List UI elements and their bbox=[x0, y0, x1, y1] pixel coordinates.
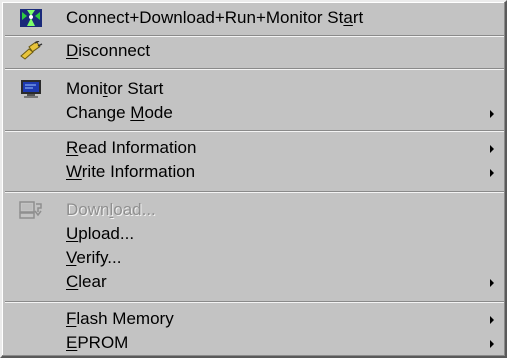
menu-item-label: Write Information bbox=[66, 162, 196, 181]
submenu-arrow-icon bbox=[490, 340, 494, 348]
submenu-arrow-icon bbox=[490, 169, 494, 177]
menu-item-label: Change Mode bbox=[66, 103, 173, 122]
menu-separator bbox=[5, 68, 504, 70]
menu-item-connect-download-run-monitor-start[interactable]: Connect+Download+Run+Monitor Start bbox=[5, 6, 504, 30]
menu-item-disconnect[interactable]: Disconnect bbox=[5, 39, 504, 63]
menu-item-label: EPROM bbox=[66, 333, 129, 352]
connect-run-icon bbox=[19, 8, 43, 28]
menu-item-label: Upload... bbox=[66, 224, 135, 243]
menu-item-label: Monitor Start bbox=[66, 79, 164, 98]
menu-item-label: Clear bbox=[66, 272, 107, 291]
monitor-icon bbox=[19, 79, 43, 99]
submenu-arrow-icon bbox=[490, 279, 494, 287]
menu-separator bbox=[5, 130, 504, 132]
menu-item-clear[interactable]: Clear bbox=[5, 270, 504, 294]
menu-item-write-information[interactable]: Write Information bbox=[5, 160, 504, 184]
submenu-arrow-icon bbox=[490, 110, 494, 118]
menu-item-monitor-start[interactable]: Monitor Start bbox=[5, 77, 504, 101]
menu-item-label: Flash Memory bbox=[66, 309, 174, 328]
menu-item-label: Verify... bbox=[66, 248, 122, 267]
menu-item-label: Connect+Download+Run+Monitor Start bbox=[66, 8, 364, 27]
menu-separator bbox=[5, 35, 504, 37]
menu-item-verify[interactable]: Verify... bbox=[5, 246, 504, 270]
download-icon bbox=[19, 200, 43, 220]
submenu-arrow-icon bbox=[490, 145, 494, 153]
menu-separator bbox=[5, 191, 504, 193]
menu-item-flash-memory[interactable]: Flash Memory bbox=[5, 307, 504, 331]
menu-item-download: Download... bbox=[5, 198, 504, 222]
context-menu: Connect+Download+Run+Monitor Start Disco… bbox=[0, 0, 507, 358]
menu-item-change-mode[interactable]: Change Mode bbox=[5, 101, 504, 125]
menu-item-eprom[interactable]: EPROM bbox=[5, 331, 504, 355]
menu-item-label: Disconnect bbox=[66, 41, 151, 60]
menu-item-read-information[interactable]: Read Information bbox=[5, 136, 504, 160]
menu-item-label: Download... bbox=[66, 200, 156, 219]
menu-item-label: Read Information bbox=[66, 138, 197, 157]
menu-item-upload[interactable]: Upload... bbox=[5, 222, 504, 246]
disconnect-plug-icon bbox=[19, 40, 43, 61]
submenu-arrow-icon bbox=[490, 316, 494, 324]
menu-separator bbox=[5, 301, 504, 303]
